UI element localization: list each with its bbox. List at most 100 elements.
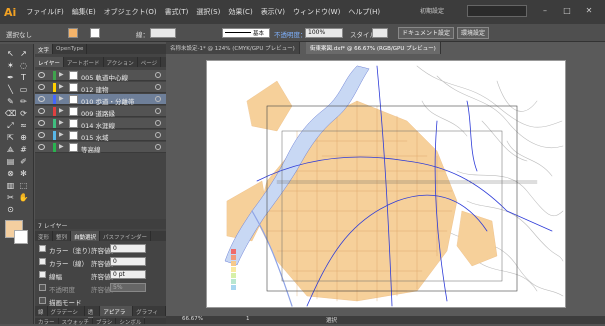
menu-type[interactable]: 書式(T) [161, 7, 193, 17]
visibility-icon[interactable] [38, 72, 45, 78]
artboard[interactable] [206, 60, 566, 308]
tab-opentype[interactable]: OpenType [53, 44, 88, 54]
fill-color-checkbox[interactable] [39, 245, 46, 252]
expand-arrow-icon[interactable]: ▶ [59, 119, 64, 126]
menu-help[interactable]: ヘルプ(H) [344, 7, 384, 17]
tab-artboards[interactable]: アートボード [64, 57, 104, 67]
lasso-icon[interactable]: ◌ [18, 60, 29, 71]
target-icon[interactable] [155, 108, 161, 114]
target-icon[interactable] [155, 84, 161, 90]
close-icon[interactable]: ✕ [584, 6, 594, 16]
rotate-icon[interactable]: ⟳ [18, 108, 29, 119]
document-settings-button[interactable]: ドキュメント設定 [398, 27, 455, 39]
tab-gradient[interactable]: グラデーション [48, 306, 85, 324]
status-selection[interactable]: 選択 [326, 316, 337, 324]
menu-edit[interactable]: 編集(E) [68, 7, 100, 17]
target-icon[interactable] [155, 144, 161, 150]
graph-icon[interactable]: ▥ [5, 180, 16, 191]
maximize-icon[interactable]: □ [562, 6, 572, 16]
eraser-icon[interactable]: ⌫ [5, 108, 16, 119]
expand-arrow-icon[interactable]: ▶ [59, 131, 64, 138]
layer-row[interactable]: ▶ 等高線 [35, 142, 166, 154]
magic-wand-icon[interactable]: ✶ [5, 60, 16, 71]
stroke-weight-field[interactable] [150, 28, 176, 38]
tab-transform[interactable]: 変形 [35, 231, 54, 241]
artboard-icon[interactable]: ⬚ [18, 180, 29, 191]
layer-row[interactable]: ▶ 005 軌道中心線 [35, 70, 166, 82]
zoom-level[interactable]: 66.67% [182, 316, 203, 322]
opacity-checkbox[interactable] [39, 284, 46, 291]
opacity-label[interactable]: 不透明度： [274, 29, 307, 39]
style-select[interactable] [372, 28, 388, 38]
visibility-icon[interactable] [38, 108, 45, 114]
pencil-icon[interactable]: ✏ [18, 96, 29, 107]
free-transform-icon[interactable]: ⇱ [5, 132, 16, 143]
workspace-switcher[interactable]: 初期設定 [420, 6, 444, 15]
menu-view[interactable]: 表示(V) [257, 7, 289, 17]
stroke-style-select[interactable]: 基本 [222, 28, 270, 38]
blend-mode-checkbox[interactable] [39, 297, 46, 304]
visibility-icon[interactable] [38, 96, 45, 102]
tab-appearance[interactable]: アピアランス [100, 306, 134, 324]
tab-color[interactable]: カラー [35, 318, 59, 326]
visibility-icon[interactable] [38, 132, 45, 138]
doc-tab-untitled[interactable]: 名称未設定-1* @ 124% (CMYK/GPU プレビュー) [166, 42, 300, 54]
layer-row[interactable]: ▶ 015 水域 [35, 130, 166, 142]
expand-arrow-icon[interactable]: ▶ [59, 107, 64, 114]
expand-arrow-icon[interactable]: ▶ [59, 83, 64, 90]
artboard-number[interactable]: 1 [246, 316, 250, 322]
width-tolerance-field[interactable]: 0 pt [110, 270, 146, 279]
layer-row[interactable]: ▶ 009 道路縁 [35, 106, 166, 118]
tab-actions[interactable]: アクション [104, 57, 138, 67]
tab-transparency[interactable]: 透明 [85, 306, 101, 324]
selection-icon[interactable]: ↖ [5, 48, 16, 59]
brush-icon[interactable]: ✎ [5, 96, 16, 107]
gradient-icon[interactable]: ▤ [5, 156, 16, 167]
layer-row[interactable]: ▶ 010 歩道・分離帯 [35, 94, 166, 106]
stroke-width-checkbox[interactable] [39, 271, 46, 278]
stroke-color-box[interactable] [14, 230, 28, 244]
fill-swatch[interactable] [68, 28, 78, 38]
stroke-color-checkbox[interactable] [39, 258, 46, 265]
tab-layers[interactable]: レイヤー [35, 57, 64, 67]
stroke-tolerance-field[interactable]: 0 [110, 257, 146, 266]
menu-effect[interactable]: 効果(C) [224, 7, 256, 17]
tab-graphic-styles[interactable]: グラフィック [133, 306, 167, 324]
menu-window[interactable]: ウィンドウ(W) [289, 7, 344, 17]
opacity-field[interactable]: 100% [305, 28, 343, 38]
direct-selection-icon[interactable]: ↗ [18, 48, 29, 59]
visibility-icon[interactable] [38, 84, 45, 90]
pen-icon[interactable]: ✒ [5, 72, 16, 83]
expand-arrow-icon[interactable]: ▶ [59, 71, 64, 78]
layer-row[interactable]: ▶ 014 水涯線 [35, 118, 166, 130]
tab-align[interactable]: 整列 [53, 231, 72, 241]
type-icon[interactable]: T [18, 72, 29, 83]
menu-file[interactable]: ファイル(F) [22, 7, 68, 17]
menu-select[interactable]: 選択(S) [192, 7, 224, 17]
tab-magic-wand[interactable]: 自動選択 [71, 231, 101, 241]
menu-object[interactable]: オブジェクト(O) [100, 7, 161, 17]
search-input[interactable] [467, 5, 527, 17]
tab-symbols[interactable]: シンボル [116, 318, 146, 326]
expand-arrow-icon[interactable]: ▶ [59, 143, 64, 150]
hand-icon[interactable]: ✋ [18, 192, 29, 203]
perspective-icon[interactable]: ⟁ [5, 144, 16, 155]
minimize-icon[interactable]: – [540, 6, 550, 16]
visibility-icon[interactable] [38, 120, 45, 126]
tab-brushes[interactable]: ブラシ [93, 318, 117, 326]
fill-tolerance-field[interactable]: 0 [110, 244, 146, 253]
slice-icon[interactable]: ✂ [5, 192, 16, 203]
layer-row[interactable]: ▶ 012 建物 [35, 82, 166, 94]
target-icon[interactable] [155, 96, 161, 102]
mesh-icon[interactable]: # [18, 144, 29, 155]
tab-swatches[interactable]: スウォッチ [59, 318, 94, 326]
tab-pages[interactable]: ページ [138, 57, 162, 67]
target-icon[interactable] [155, 120, 161, 126]
opacity-tolerance-field[interactable]: 5% [110, 283, 146, 292]
tab-stroke[interactable]: 線 [35, 306, 48, 316]
warp-icon[interactable]: ≈ [18, 120, 29, 131]
target-icon[interactable] [155, 132, 161, 138]
doc-tab-map[interactable]: 街東案図.dxf* @ 66.67% (RGB/GPU プレビュー) [306, 42, 441, 54]
symbol-sprayer-icon[interactable]: ✻ [18, 168, 29, 179]
zoom-icon[interactable]: ⊙ [5, 204, 16, 215]
